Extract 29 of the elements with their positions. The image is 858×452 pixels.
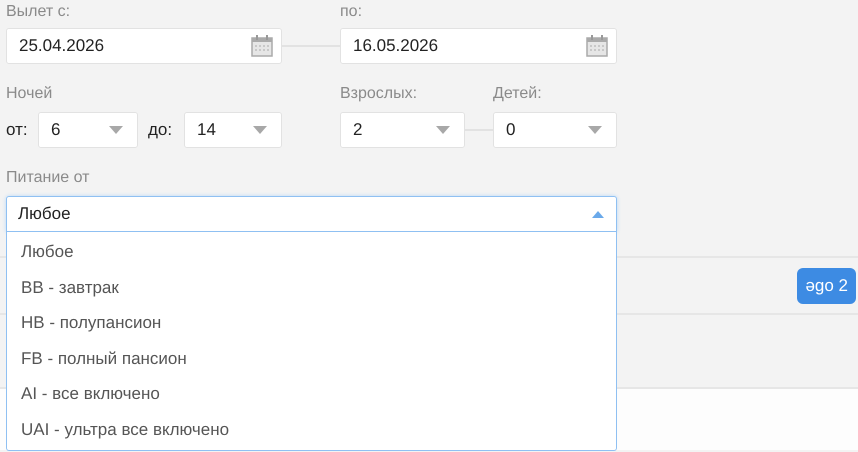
field-label: Питание от: [6, 170, 90, 186]
field-label: до:: [147, 119, 174, 142]
select-field[interactable]: Любое: [6, 196, 617, 232]
dropdown-option[interactable]: UAI - ультра все включено: [7, 412, 616, 448]
select-field[interactable]: 0: [493, 112, 617, 148]
badge[interactable]: ǝgo 2: [797, 268, 856, 304]
select-field[interactable]: 14: [184, 112, 282, 148]
select-field[interactable]: 6: [38, 112, 138, 148]
dropdown-arrow-icon: [253, 126, 267, 134]
dropdown-arrow-icon: [436, 126, 450, 134]
calendar-icon[interactable]: [251, 35, 273, 57]
date-field[interactable]: 25.04.2026: [6, 28, 282, 64]
field-label: от:: [6, 119, 29, 142]
date-field[interactable]: 16.05.2026: [340, 28, 617, 64]
field-label: Взрослых:: [340, 86, 418, 102]
field-label: по:: [340, 4, 364, 22]
field-label: Детей:: [493, 86, 543, 102]
dropdown-option[interactable]: Любое: [7, 234, 616, 270]
dropdown-arrow-icon: [588, 126, 602, 134]
select-field[interactable]: 2: [340, 112, 465, 148]
dropdown-option[interactable]: FB - полный пансион: [7, 340, 616, 376]
dropdown-option[interactable]: AI - все включено: [7, 376, 616, 412]
field-label: Вылет с:: [6, 4, 72, 22]
calendar-icon[interactable]: [586, 35, 608, 57]
dropdown-option[interactable]: BB - завтрак: [7, 270, 616, 306]
field-label: Ночей: [6, 86, 54, 102]
dropdown-option[interactable]: HB - полупансион: [7, 305, 616, 341]
dropdown-arrow-icon: [109, 126, 123, 134]
dropdown-arrow-icon: [592, 210, 604, 218]
